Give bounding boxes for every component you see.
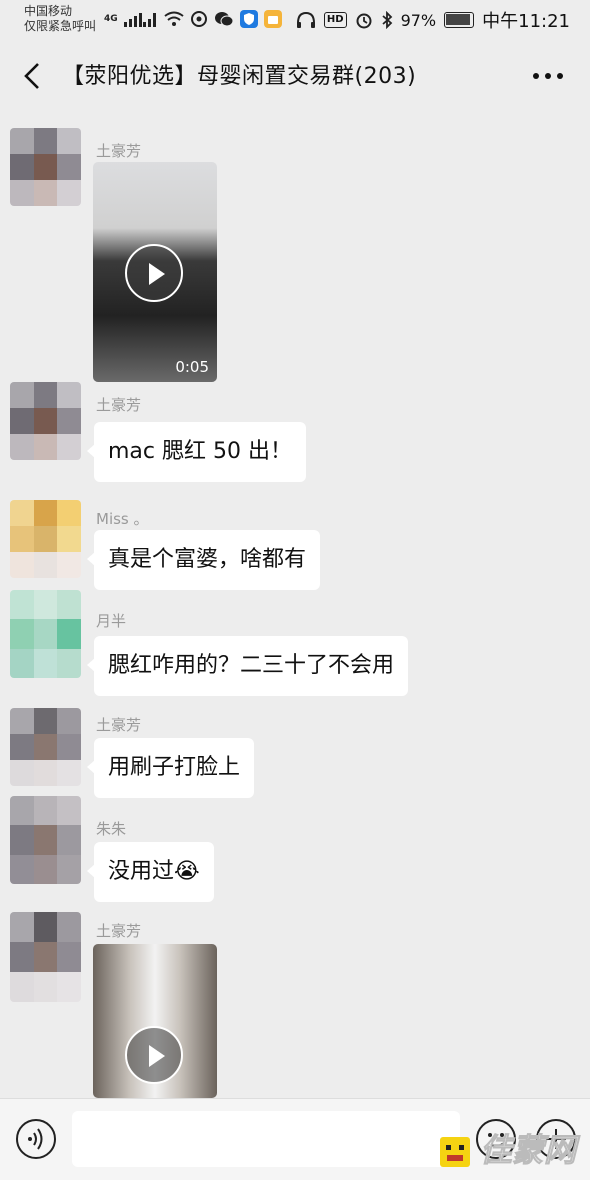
sticker-icon[interactable] — [440, 1137, 470, 1167]
sender-name: 月半 — [96, 612, 127, 630]
carrier-status: 仅限紧急呼叫 — [24, 19, 97, 33]
avatar[interactable] — [10, 708, 81, 786]
hd-badge: HD — [323, 12, 347, 28]
status-icons-right: HD 97% 中午11:21 — [296, 8, 570, 32]
carrier-name: 中国移动 — [24, 4, 73, 18]
sender-name: Miss 。 — [96, 510, 149, 528]
avatar[interactable] — [10, 382, 81, 460]
chat-header: 【荥阳优选】母婴闲置交易群(203) — [0, 40, 590, 112]
sender-name: 土豪芳 — [96, 716, 142, 734]
voice-icon — [28, 1128, 43, 1150]
play-icon[interactable] — [125, 1026, 183, 1084]
bluetooth-icon — [381, 11, 392, 29]
message-bubble[interactable]: 没用过😭 — [87, 842, 214, 902]
message-bubble[interactable]: 真是个富婆，啥都有 — [86, 530, 321, 590]
message-bubble[interactable]: 腮红咋用的？二三十了不会用 — [86, 636, 409, 696]
sender-name: 朱朱 — [96, 820, 127, 838]
back-button[interactable] — [14, 56, 54, 96]
input-bar: 佳蒙网 — [0, 1098, 590, 1180]
video-duration: 0:05 — [175, 358, 209, 376]
avatar[interactable] — [10, 500, 81, 578]
battery-icon — [444, 12, 475, 28]
status-icons-left: 4G — [104, 8, 282, 30]
clock: 中午11:21 — [482, 11, 570, 32]
message-input[interactable] — [72, 1111, 460, 1167]
carrier-info: 中国移动 仅限紧急呼叫 — [24, 4, 96, 34]
video-message[interactable] — [93, 944, 217, 1098]
wechat-icon — [214, 12, 234, 27]
sender-name: 土豪芳 — [96, 922, 142, 940]
network-type: 4G — [104, 14, 118, 24]
avatar[interactable] — [10, 590, 81, 678]
shield-app-icon — [239, 10, 258, 28]
wifi-icon — [164, 11, 184, 26]
avatar[interactable] — [10, 912, 81, 1002]
message-bubble[interactable]: 用刷子打脸上 — [86, 738, 255, 798]
message-bubble[interactable]: mac 腮红 50 出！ — [87, 422, 306, 482]
avatar[interactable] — [10, 796, 81, 884]
avatar[interactable] — [10, 128, 81, 206]
signal-icon — [123, 13, 156, 27]
status-bar: 中国移动 仅限紧急呼叫 4G HD 97% 中午11:21 — [0, 0, 590, 40]
chat-title: 【荥阳优选】母婴闲置交易群(203) — [62, 64, 417, 89]
back-arrow-icon — [24, 63, 39, 89]
sender-name: 土豪芳 — [96, 396, 142, 414]
play-icon[interactable] — [125, 244, 183, 302]
weibo-icon — [190, 11, 207, 27]
bag-app-icon — [263, 10, 282, 28]
more-dots-icon — [533, 73, 563, 79]
battery-percent: 97% — [400, 10, 437, 30]
watermark: 佳蒙网 — [479, 1131, 577, 1170]
voice-button[interactable] — [16, 1119, 56, 1159]
sender-name: 土豪芳 — [96, 142, 142, 160]
alarm-icon — [356, 13, 372, 29]
headphones-icon — [296, 11, 315, 28]
more-button[interactable] — [530, 60, 566, 92]
video-message[interactable]: 0:05 — [93, 162, 217, 382]
